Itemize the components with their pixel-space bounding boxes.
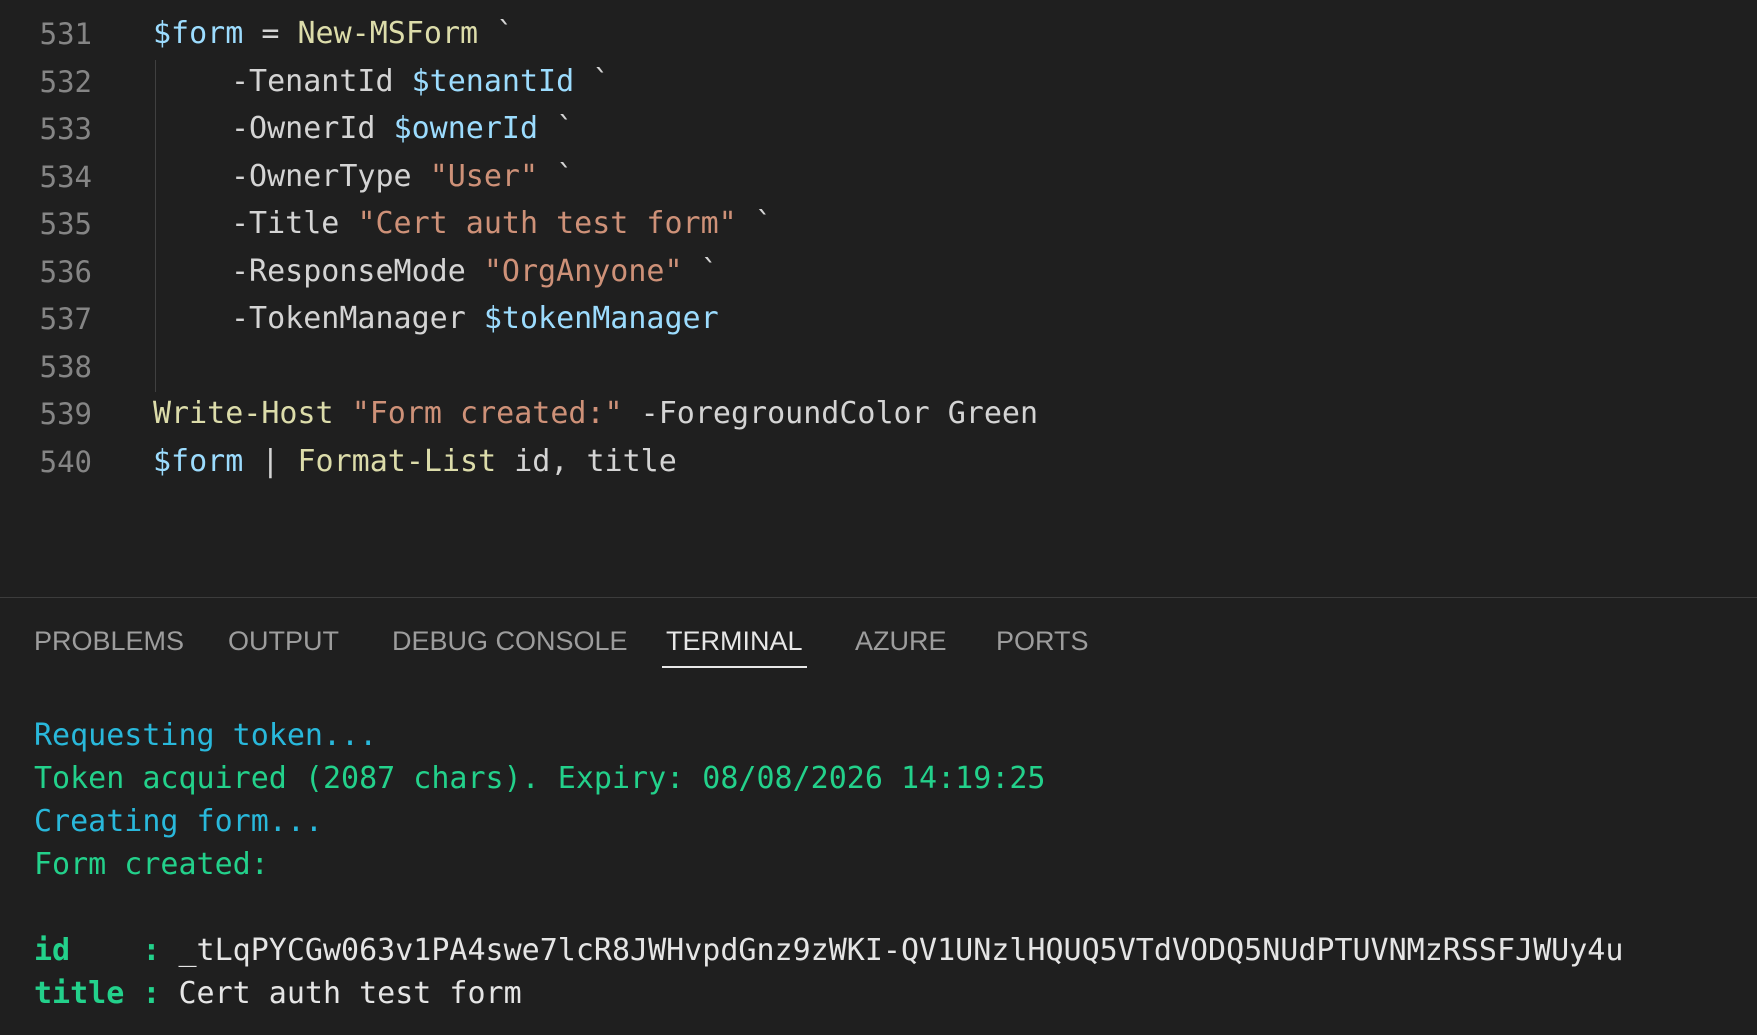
code-line[interactable]: 539 Write-Host "Form created:" -Foregroun… [0,390,1757,438]
code-token: | [243,443,298,479]
tab-azure[interactable]: AZURE [855,624,947,666]
terminal-line: id : _tLqPYCGw063v1PA4swe7lcR8JWHvpdGnz9… [34,929,1623,972]
code-token: ` [538,111,575,146]
code-token: -Title [231,206,358,241]
terminal-line: Form created: [34,843,269,886]
code-token: -TenantId [231,63,412,99]
code-text: -OwnerType "User" ` [231,153,574,201]
code-text: $form | Format-List id, title [153,438,677,486]
code-token: "Cert auth test form" [357,206,737,241]
code-token: $tokenManager [483,301,719,336]
code-text: -OwnerId $ownerId ` [231,105,574,153]
code-line[interactable]: 538 [0,343,1757,391]
terminal-text: title : [34,976,179,1011]
code-token: ` [736,206,773,241]
terminal-text: Creating form... [34,804,323,839]
tab-ports[interactable]: PORTS [996,624,1089,666]
terminal-text: id : [34,933,179,968]
code-text: -Title "Cert auth test form" ` [231,200,773,248]
code-text: -TokenManager $tokenManager [231,295,719,343]
code-token: -TokenManager [231,301,484,336]
code-token: -OwnerType [231,158,430,194]
terminal-line: title : Cert auth test form [34,972,522,1015]
tab-debug-console[interactable]: DEBUG CONSOLE [392,624,628,666]
code-token: -ForegroundColor Green [622,396,1039,431]
code-token: Write-Host [153,396,334,431]
code-token: ` [574,63,611,99]
code-token: Format-List [297,443,497,479]
line-number: 536 [39,254,92,289]
line-number: 540 [39,444,92,479]
code-token: "Form created:" [351,396,623,431]
bottom-panel: PROBLEMS OUTPUT DEBUG CONSOLE TERMINAL AZURE… [0,597,1757,1035]
code-line[interactable]: 537 -TokenManager $tokenManager [0,295,1757,343]
code-text: -TenantId $tenantId ` [231,58,610,106]
line-number: 538 [39,349,92,384]
code-token: New-MSForm [297,16,479,51]
terminal-text: Requesting token... [34,718,378,753]
code-line[interactable]: 536 -ResponseMode "OrgAnyone" ` [0,248,1757,296]
code-token: $form [153,443,244,479]
code-editor[interactable]: 531 $form = New-MSForm ` 532 -TenantId $ten… [0,0,1757,597]
tab-terminal[interactable]: TERMINAL [662,624,807,668]
code-token: ` [478,16,515,51]
terminal-text: Form created: [34,847,269,882]
code-token: id, title [496,443,677,479]
terminal-line: Requesting token... [34,714,377,757]
code-text: $form = New-MSForm ` [153,10,514,58]
terminal-line: Creating form... [34,800,323,843]
panel-tabs: PROBLEMS OUTPUT DEBUG CONSOLE TERMINAL AZURE… [0,598,1757,674]
code-token: = [243,16,298,51]
code-line[interactable]: 533 -OwnerId $ownerId ` [0,105,1757,153]
code-token: $form [153,16,244,51]
line-number: 535 [39,207,92,241]
terminal-text: Token acquired (2087 chars). Expiry: 08/… [34,761,1046,796]
code-line[interactable]: 532 -TenantId $tenantId ` [0,58,1757,106]
tab-problems[interactable]: PROBLEMS [34,624,184,666]
code-line[interactable]: 531 $form = New-MSForm ` [0,10,1757,58]
code-token: "OrgAnyone" [483,253,683,289]
code-token: ` [538,158,575,194]
line-number: 537 [39,302,92,336]
line-number: 532 [39,64,92,99]
code-line[interactable]: 535 -Title "Cert auth test form" ` [0,200,1757,248]
code-token: $tenantId [411,63,575,99]
line-number: 531 [39,17,92,51]
code-line[interactable]: 540 $form | Format-List id, title [0,438,1757,486]
line-number: 534 [39,159,92,194]
code-token: ` [682,253,719,289]
terminal-line: Token acquired (2087 chars). Expiry: 08/… [34,757,1045,800]
code-text: Write-Host "Form created:" -ForegroundCo… [153,390,1038,438]
code-token: $ownerId [393,111,539,146]
code-text: -ResponseMode "OrgAnyone" ` [231,248,719,296]
code-token: -ResponseMode [231,253,484,289]
terminal-text: _tLqPYCGw063v1PA4swe7lcR8JWHvpdGnz9zWKI-… [178,933,1624,968]
code-line[interactable]: 534 -OwnerType "User" ` [0,153,1757,201]
terminal-text: Cert auth test form [178,976,522,1011]
tab-output[interactable]: OUTPUT [228,624,339,666]
code-token: -OwnerId [231,111,394,146]
line-number: 533 [39,112,92,146]
code-token: "User" [429,158,539,194]
line-number: 539 [39,397,92,431]
